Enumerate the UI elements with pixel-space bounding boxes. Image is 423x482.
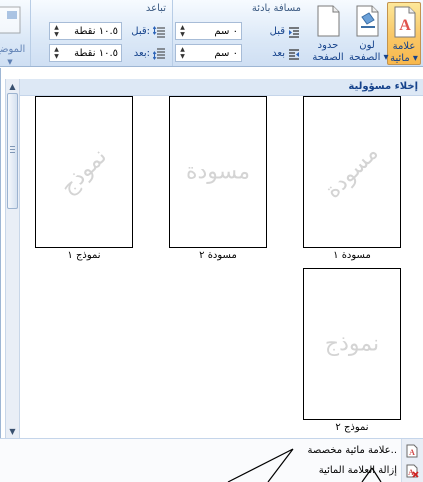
scroll-up-icon[interactable]: ▲ xyxy=(6,80,19,93)
tile-watermark: مسودة xyxy=(185,159,251,185)
spacing-after-value: ١٠.٥ نقطة xyxy=(74,47,118,59)
watermark-gallery: ▲ ▼ إخلاء مسؤولية مسودة مسودة ١ مسودة مس… xyxy=(0,68,423,482)
spacing-before-value: ١٠.٥ نقطة xyxy=(74,25,118,37)
custom-watermark-label: علامة مائية مخصصة.. xyxy=(307,445,397,456)
tile-caption: مسودة ١ xyxy=(333,250,371,261)
watermark-label-1: علامة xyxy=(392,41,416,52)
tile-caption: نموذج ١ xyxy=(67,250,101,261)
custom-watermark-menu-item[interactable]: A علامة مائية مخصصة.. xyxy=(263,441,423,461)
indent-before-label: قبل xyxy=(269,26,285,37)
indent-after-value: ٠ سم xyxy=(214,47,238,59)
spacing-after-icon xyxy=(153,47,165,60)
watermark-button[interactable]: A علامة مائية ▾ xyxy=(387,2,421,65)
page-borders-label-1: حدود xyxy=(317,40,339,51)
ribbon: A علامة مائية ▾ لون الصفحة ▾ حدود الصفحة xyxy=(0,0,423,67)
indent-after-label: بعد xyxy=(272,48,285,59)
remove-watermark-label: إزالة العلامة المائية xyxy=(318,465,397,476)
remove-watermark-icon: A xyxy=(406,464,419,478)
svg-text:A: A xyxy=(399,17,411,34)
position-dropdown-icon: ▼ xyxy=(7,58,13,66)
indent-before-spinner[interactable]: ▲ ▼ ٠ سم xyxy=(175,22,242,40)
page-borders-icon xyxy=(317,5,340,37)
tile-caption: نموذج ٢ xyxy=(335,422,369,433)
tile-watermark: نموذج xyxy=(55,143,113,201)
indent-after-icon xyxy=(289,48,299,60)
watermark-menu: A علامة مائية مخصصة.. A إزالة العلامة ال… xyxy=(0,438,423,482)
page-borders-label-2: الصفحة xyxy=(312,52,344,63)
indent-after-spinner[interactable]: ▲ ▼ ٠ سم xyxy=(175,44,242,62)
tile-preview: نموذج xyxy=(303,268,401,420)
tile-preview: مسودة xyxy=(169,96,267,248)
scroll-thumb[interactable] xyxy=(7,93,18,209)
spacing-after-spinner[interactable]: ▲ ▼ ١٠.٥ نقطة xyxy=(49,44,122,62)
spacing-title: تباعد xyxy=(145,3,166,14)
position-icon xyxy=(0,6,21,34)
spacing-after-label: بعد: xyxy=(133,48,150,59)
spacing-before-spinner[interactable]: ▲ ▼ ١٠.٥ نقطة xyxy=(49,22,122,40)
remove-watermark-menu-item[interactable]: A إزالة العلامة المائية xyxy=(263,461,423,481)
spinner-arrows-icon[interactable]: ▲ ▼ xyxy=(178,46,187,60)
scroll-down-icon[interactable]: ▼ xyxy=(6,425,19,438)
position-button[interactable]: الموضع ▼ xyxy=(0,2,28,66)
tile-caption: مسودة ٢ xyxy=(199,250,237,261)
tile-preview: مسودة xyxy=(303,96,401,248)
spacing-before-icon xyxy=(153,25,165,38)
spinner-arrows-icon[interactable]: ▲ ▼ xyxy=(52,24,61,38)
category-header: إخلاء مسؤولية xyxy=(20,79,423,96)
spinner-arrows-icon[interactable]: ▲ ▼ xyxy=(178,24,187,38)
spinner-arrows-icon[interactable]: ▲ ▼ xyxy=(52,46,61,60)
position-label: الموضع xyxy=(0,44,26,55)
watermark-icon: A xyxy=(394,6,416,38)
tile-preview: نموذج xyxy=(35,96,133,248)
custom-watermark-icon: A xyxy=(406,444,418,458)
page-color-button[interactable]: لون الصفحة ▾ xyxy=(349,2,389,65)
page-color-label-2: الصفحة ▾ xyxy=(349,52,389,63)
gallery-scrollbar[interactable]: ▲ ▼ xyxy=(5,79,20,439)
indent-before-icon xyxy=(289,26,299,38)
page-color-label-1: لون xyxy=(359,40,375,51)
spacing-before-label: قبل: xyxy=(131,26,150,37)
tile-watermark: نموذج xyxy=(324,331,380,357)
indent-title: مسافة بادئة xyxy=(251,3,301,14)
indent-before-value: ٠ سم xyxy=(214,25,238,37)
page-borders-button[interactable]: حدود الصفحة xyxy=(309,2,347,65)
page-color-icon xyxy=(356,5,379,37)
tile-watermark: مسودة xyxy=(320,140,384,204)
spacing-group: تباعد قبل: ▲ ▼ ١٠.٥ نقطة بعد: ▲ ▼ ١٠.٥ نقط… xyxy=(30,0,172,66)
watermark-label-2: مائية ▾ xyxy=(390,53,418,64)
grip-icon xyxy=(10,146,15,154)
svg-text:A: A xyxy=(409,448,415,457)
indent-group: مسافة بادئة قبل ▲ ▼ ٠ سم بعد ▲ ▼ ٠ سم xyxy=(172,0,307,66)
